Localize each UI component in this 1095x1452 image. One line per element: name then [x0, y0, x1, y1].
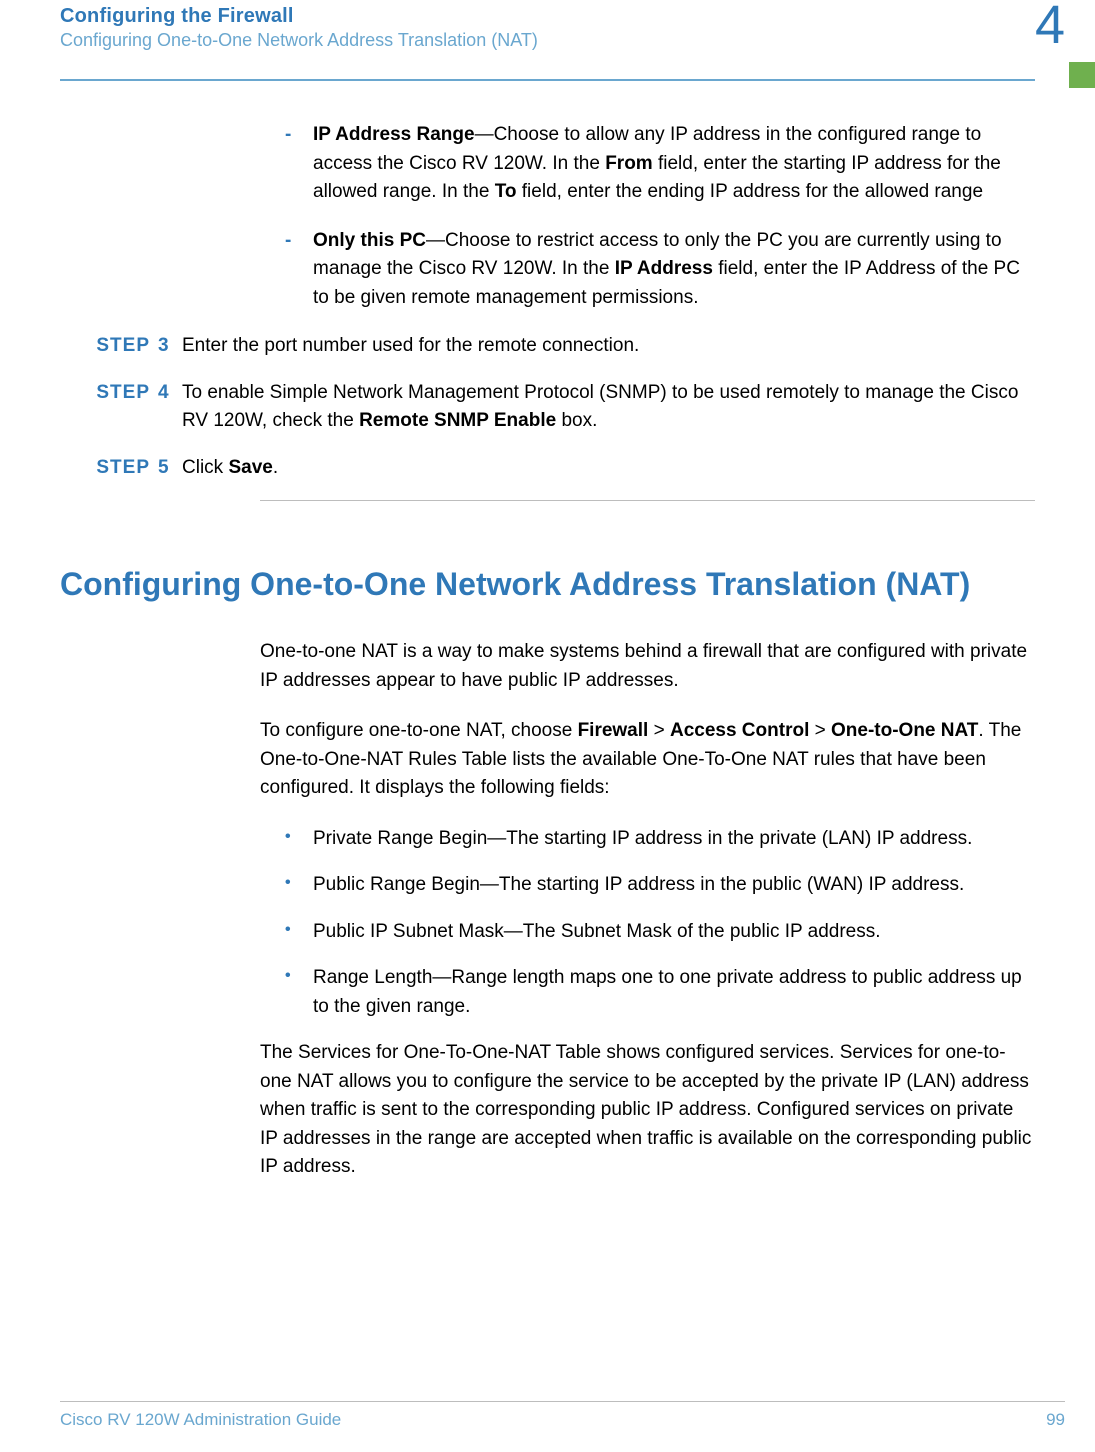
- bullet-dash-icon: -: [285, 227, 313, 313]
- sub-bullet: - Only this PC—Choose to restrict access…: [285, 227, 1035, 313]
- paragraph: One-to-one NAT is a way to make systems …: [260, 638, 1035, 695]
- step-number: 4: [158, 379, 182, 436]
- chapter-color-block: [1069, 62, 1095, 88]
- bullet-text: Range Length—Range length maps one to on…: [313, 964, 1035, 1021]
- bullet-dot-icon: •: [285, 825, 313, 854]
- header-title: Configuring the Firewall: [60, 5, 1035, 28]
- page-header: Configuring the Firewall Configuring One…: [0, 0, 1095, 81]
- bullet-item: • Public IP Subnet Mask—The Subnet Mask …: [285, 918, 1035, 947]
- page-content: - IP Address Range—Choose to allow any I…: [0, 81, 1095, 1182]
- step-label: STEP: [60, 454, 158, 483]
- bullet-text: Public IP Subnet Mask—The Subnet Mask of…: [313, 918, 1035, 947]
- step-text: To enable Simple Network Management Prot…: [182, 379, 1035, 436]
- bullet-dot-icon: •: [285, 871, 313, 900]
- header-subtitle: Configuring One-to-One Network Address T…: [60, 30, 1035, 51]
- bullet-dash-icon: -: [285, 121, 313, 207]
- bullet-item: • Private Range Begin—The starting IP ad…: [285, 825, 1035, 854]
- step-item: STEP 4 To enable Simple Network Manageme…: [60, 379, 1035, 436]
- bullet-item: • Range Length—Range length maps one to …: [285, 964, 1035, 1021]
- step-label: STEP: [60, 332, 158, 361]
- step-item: STEP 5 Click Save.: [60, 454, 1035, 483]
- step-number: 5: [158, 454, 182, 483]
- continued-list: - IP Address Range—Choose to allow any I…: [260, 121, 1035, 312]
- bullet-dot-icon: •: [285, 964, 313, 1021]
- chapter-number: 4: [1035, 0, 1065, 52]
- sub-bullet-text: Only this PC—Choose to restrict access t…: [313, 227, 1035, 313]
- paragraph: The Services for One-To-One-NAT Table sh…: [260, 1039, 1035, 1182]
- bullet-text: Private Range Begin—The starting IP addr…: [313, 825, 1035, 854]
- bullet-dot-icon: •: [285, 918, 313, 947]
- lead-term: IP Address Range: [313, 124, 475, 145]
- lead-term: Only this PC: [313, 230, 426, 251]
- page-footer: Cisco RV 120W Administration Guide 99: [60, 1401, 1065, 1430]
- sub-bullet-text: IP Address Range—Choose to allow any IP …: [313, 121, 1035, 207]
- bullet-item: • Public Range Begin—The starting IP add…: [285, 871, 1035, 900]
- step-item: STEP 3 Enter the port number used for th…: [60, 332, 1035, 361]
- step-text: Enter the port number used for the remot…: [182, 332, 1035, 361]
- paragraph: To configure one-to-one NAT, choose Fire…: [260, 717, 1035, 803]
- footer-guide-title: Cisco RV 120W Administration Guide: [60, 1410, 341, 1430]
- document-page: Configuring the Firewall Configuring One…: [0, 0, 1095, 1452]
- step-number: 3: [158, 332, 182, 361]
- bullet-text: Public Range Begin—The starting IP addre…: [313, 871, 1035, 900]
- step-text: Click Save.: [182, 454, 1035, 483]
- sub-bullet: - IP Address Range—Choose to allow any I…: [285, 121, 1035, 207]
- section-divider: [260, 500, 1035, 501]
- section-heading: Configuring One-to-One Network Address T…: [60, 566, 1035, 603]
- step-label: STEP: [60, 379, 158, 436]
- footer-page-number: 99: [1046, 1410, 1065, 1430]
